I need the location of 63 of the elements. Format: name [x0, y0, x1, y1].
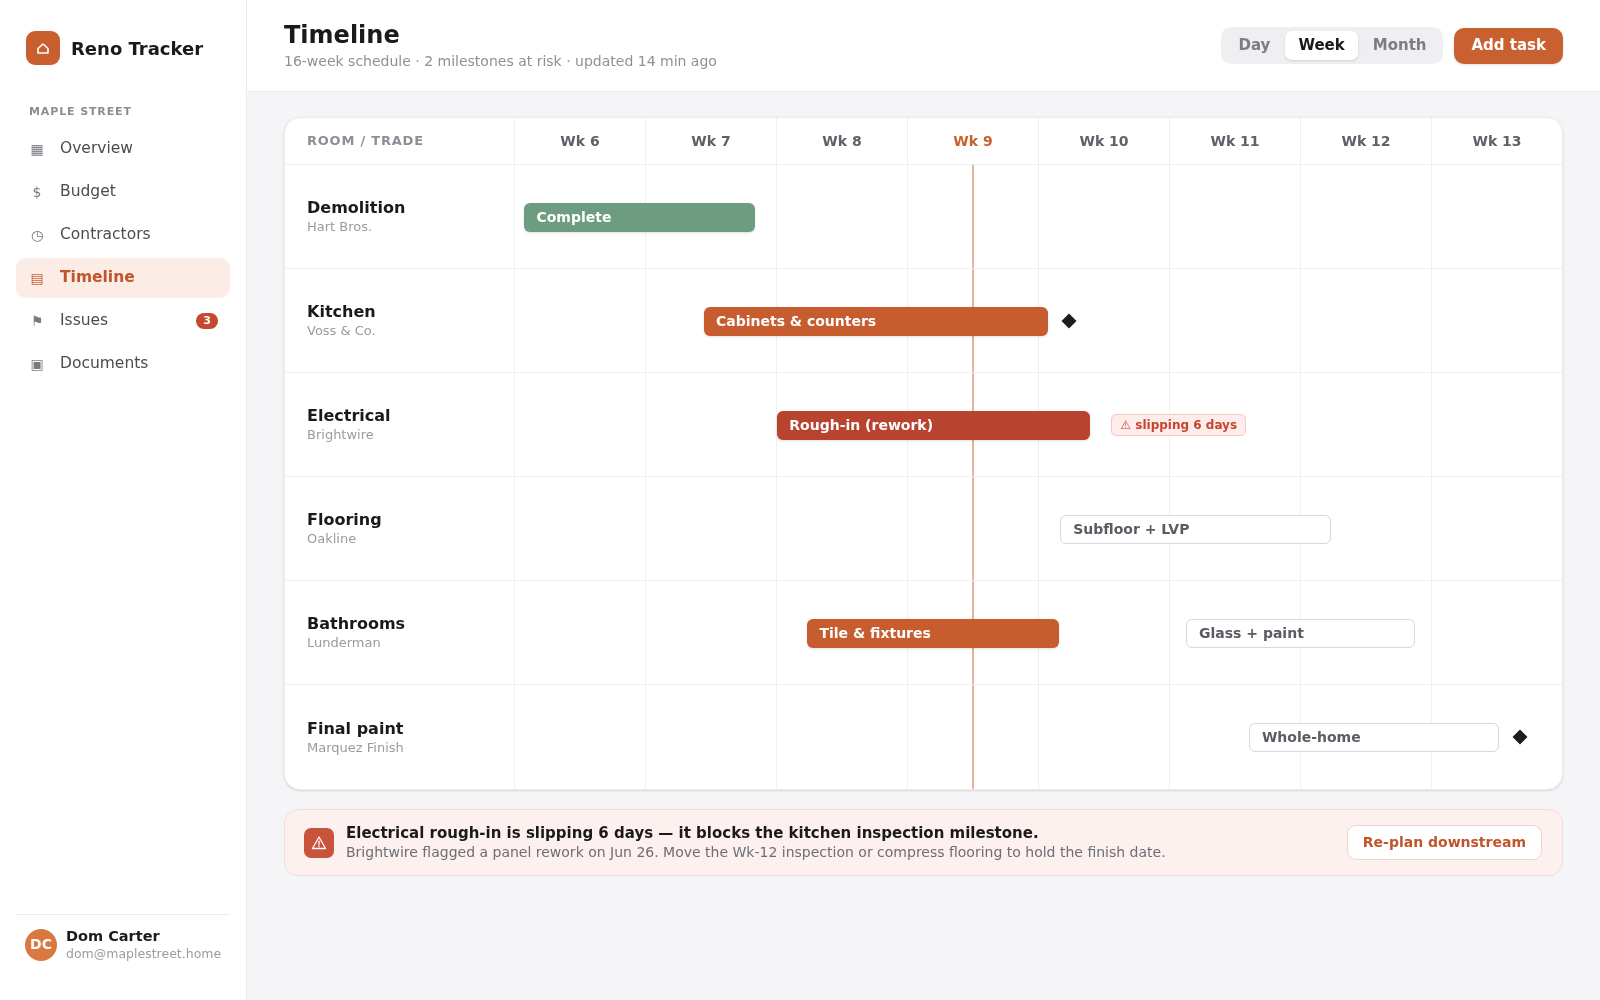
- row-title: Electrical: [307, 406, 392, 426]
- task-bar[interactable]: Whole-home: [1248, 722, 1500, 752]
- row-title: Final paint: [307, 718, 405, 739]
- alert-message: Brightwire flagged a panel rework on Jun 26. Move the Wk-12 inspection or compress flooring to hold the finish date.: [346, 843, 1166, 861]
- week-header: Wk 12: [1300, 118, 1431, 164]
- warning-tag: ⚠ slipping 6 days: [1111, 414, 1247, 436]
- week-header: Wk 8: [776, 118, 907, 164]
- count-badge: 3: [196, 313, 218, 329]
- view-tab[interactable]: Day: [1225, 31, 1284, 60]
- app-name: Reno Tracker: [71, 36, 204, 61]
- task-bar[interactable]: Rough-in (rework): [777, 410, 1091, 440]
- page-subtitle: 16-week schedule · 2 milestones at risk · updated 14 min ago: [284, 52, 717, 71]
- sidebar-item[interactable]: ▦ Overview: [16, 129, 230, 169]
- week-header: Wk 13: [1431, 118, 1562, 164]
- sidebar-item[interactable]: ⚑ Issues 3: [16, 301, 230, 341]
- clock-icon: ◷: [29, 224, 45, 246]
- column-header: ROOM / TRADE: [306, 132, 425, 151]
- row-subtitle: Marquez Finish: [307, 738, 405, 756]
- sidebar-item-label: Documents: [60, 353, 149, 375]
- week-header: Wk 7: [645, 118, 776, 164]
- sidebar-item-label: Overview: [60, 138, 133, 160]
- add-task-button[interactable]: Add task: [1454, 27, 1563, 64]
- warning-icon: [304, 827, 334, 858]
- row-title: Flooring: [307, 510, 383, 530]
- dollar-icon: $: [29, 181, 45, 203]
- task-bar[interactable]: Tile & fixtures: [807, 618, 1059, 648]
- sidebar-item[interactable]: ▤ Timeline: [16, 258, 230, 298]
- task-bar[interactable]: Cabinets & counters: [703, 306, 1049, 336]
- view-tab[interactable]: Month: [1359, 31, 1440, 60]
- square-icon: ▣: [29, 353, 45, 375]
- sidebar-item[interactable]: ◷ Contractors: [16, 215, 230, 255]
- page-title: Timeline: [284, 20, 401, 50]
- sidebar-item-label: Contractors: [60, 224, 151, 246]
- task-bar[interactable]: Glass + paint: [1186, 618, 1416, 648]
- house-logo-icon: [26, 31, 60, 65]
- row-title: Demolition: [307, 198, 407, 218]
- row-title: Bathrooms: [307, 614, 407, 634]
- row-subtitle: Voss & Co.: [307, 322, 377, 339]
- alert-title: Electrical rough-in is slipping 6 days — it blocks the kitchen inspection milestone.: [346, 824, 1040, 843]
- section-heading: MAPLE STREET: [29, 105, 132, 119]
- user-avatar: DC: [25, 928, 57, 961]
- week-header: Wk 11: [1169, 118, 1300, 164]
- view-tab[interactable]: Week: [1285, 31, 1358, 60]
- sidebar-item[interactable]: ▣ Documents: [16, 344, 230, 384]
- user-email: dom@maplestreet.home: [66, 945, 222, 962]
- sidebar-item-label: Issues: [60, 310, 109, 332]
- sidebar-item-label: Budget: [60, 181, 116, 203]
- sidebar-item-label: Timeline: [60, 267, 135, 289]
- user-name: Dom Carter: [66, 927, 161, 945]
- row-subtitle: Oakline: [307, 530, 358, 547]
- week-header: Wk 10: [1038, 118, 1169, 164]
- row-subtitle: Lunderman: [307, 634, 382, 651]
- row-subtitle: Brightwire: [307, 426, 375, 443]
- row-subtitle: Hart Bros.: [307, 218, 374, 235]
- row-title: Kitchen: [307, 302, 377, 322]
- replan-button[interactable]: Re-plan downstream: [1346, 825, 1542, 860]
- week-header: Wk 6: [514, 118, 645, 164]
- sidebar-item[interactable]: $ Budget: [16, 172, 230, 212]
- grid-icon: ▦: [29, 138, 45, 160]
- flag-icon: ⚑: [29, 310, 45, 332]
- list-icon: ▤: [29, 267, 45, 289]
- task-bar[interactable]: Subfloor + LVP: [1060, 514, 1332, 544]
- week-header: Wk 9: [907, 118, 1038, 164]
